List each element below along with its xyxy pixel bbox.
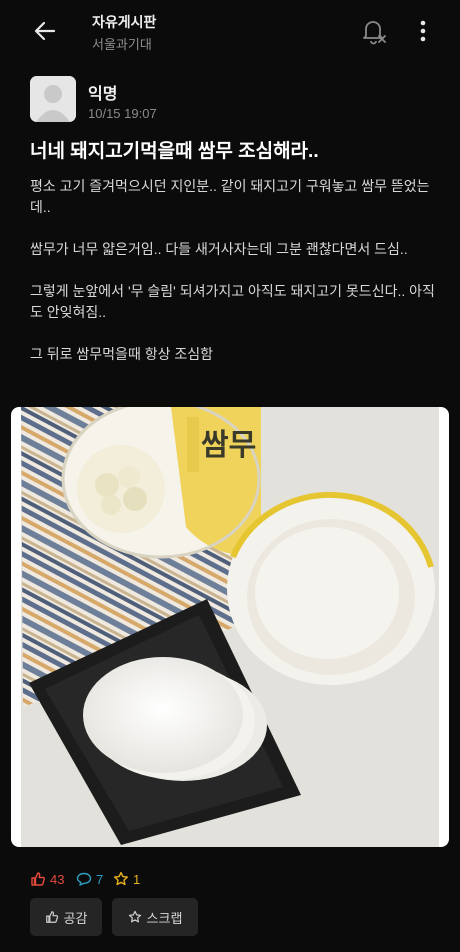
product-label: 쌈무	[201, 428, 256, 463]
star-icon	[128, 910, 141, 923]
back-arrow-icon[interactable]	[32, 18, 58, 44]
top-bar: 자유게시판 서울과기대	[0, 0, 460, 62]
comment-count-value: 7	[96, 871, 104, 887]
post-stats: 43 7 1	[30, 869, 430, 889]
pickled-radish-photo: 쌈무	[21, 407, 439, 847]
post-body: 평소 고기 즐겨먹으시던 지인분.. 같이 돼지고기 구워놓고 쌈무 뜯었는데.…	[30, 176, 440, 386]
thumbs-up-icon	[45, 911, 58, 923]
like-count-value: 43	[50, 871, 65, 887]
like-button-label: 공감	[63, 910, 88, 926]
more-vertical-icon[interactable]	[414, 16, 432, 46]
board-subtitle: 서울과기대	[92, 37, 152, 52]
default-avatar-icon	[30, 76, 76, 122]
like-count: 43	[30, 869, 64, 889]
scrap-count: 1	[113, 869, 140, 889]
like-button[interactable]: 공감	[30, 898, 102, 936]
scrap-button-label: 스크랩	[146, 910, 183, 926]
speech-bubble-icon	[76, 872, 92, 886]
thumbs-up-icon	[31, 872, 46, 886]
post-author: 익명 10/15 19:07	[30, 76, 430, 126]
bell-off-icon[interactable]	[360, 16, 388, 46]
scrap-count-value: 1	[133, 871, 141, 887]
post-image[interactable]: 쌈무	[11, 407, 449, 847]
avatar[interactable]	[30, 76, 76, 122]
post-timestamp: 10/15 19:07	[88, 106, 157, 121]
post-paragraph: 그렇게 눈앞에서 '무 슬림' 되셔가지고 아직도 돼지고기 못드신다.. 아직…	[30, 283, 435, 320]
star-icon	[114, 871, 128, 886]
post-paragraph: 평소 고기 즐겨먹으시던 지인분.. 같이 돼지고기 구워놓고 쌈무 뜯었는데.…	[30, 178, 430, 215]
comment-count: 7	[76, 869, 103, 889]
scrap-button[interactable]: 스크랩	[112, 898, 198, 936]
author-name: 익명	[88, 86, 118, 103]
post-title: 너네 돼지고기먹을때 쌈무 조심해라..	[30, 141, 319, 162]
post-paragraph: 쌈무가 너무 얇은거임.. 다들 새거사자는데 그분 괜찮다면서 드심..	[30, 241, 408, 257]
board-title: 자유게시판	[92, 14, 157, 30]
post-paragraph: 그 뒤로 쌈무먹을때 항상 조심함	[30, 346, 213, 362]
